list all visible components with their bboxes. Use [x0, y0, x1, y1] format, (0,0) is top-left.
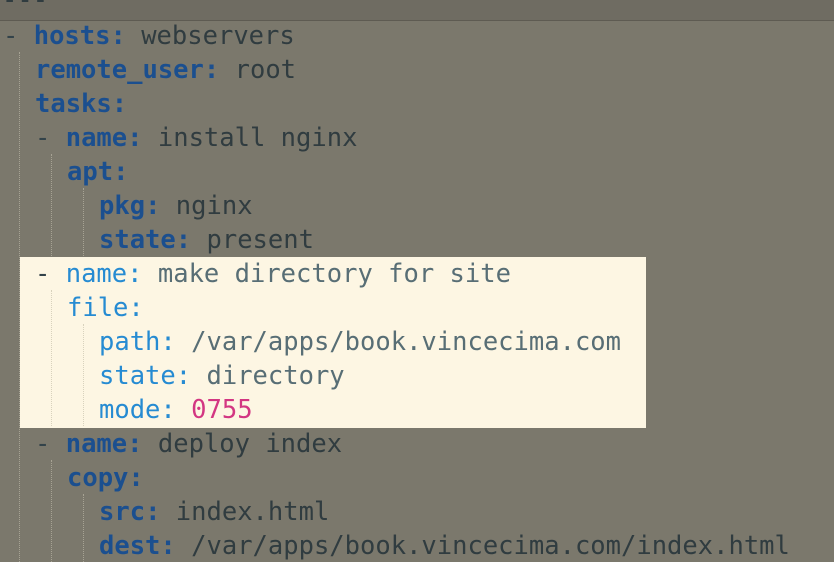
code-line-apt[interactable]: apt: — [67, 155, 128, 189]
yaml-value: make directory for site — [157, 259, 511, 289]
yaml-key: state — [99, 361, 176, 391]
indent-guide — [83, 188, 84, 256]
code-line-task-name[interactable]: - name: make directory for site — [35, 257, 511, 291]
yaml-key: apt — [67, 157, 114, 187]
list-dash: - — [35, 259, 66, 289]
key-separator: : — [160, 531, 192, 561]
code-line-copy[interactable]: copy: — [67, 461, 144, 495]
list-dash: - — [35, 429, 66, 459]
yaml-key: copy — [67, 463, 129, 493]
yaml-number-value: 0755 — [191, 395, 253, 425]
key-separator: : — [160, 395, 192, 425]
code-line-task-name[interactable]: - name: deploy index — [35, 427, 342, 461]
code-line-pkg[interactable]: pkg: nginx — [99, 189, 253, 223]
key-separator: : — [145, 191, 176, 221]
code-line-tasks[interactable]: tasks: — [35, 87, 127, 121]
editor-top-strip — [0, 0, 834, 21]
yaml-key: remote_user — [35, 55, 204, 85]
code-line-path[interactable]: path: /var/apps/book.vincecima.com — [99, 325, 621, 359]
yaml-value: deploy index — [157, 429, 343, 459]
yaml-value: nginx — [175, 191, 253, 221]
yaml-value: install nginx — [157, 123, 358, 153]
key-separator: : — [127, 123, 158, 153]
code-line-mode[interactable]: mode: 0755 — [99, 393, 253, 427]
yaml-key: file — [67, 293, 129, 323]
code-line-state[interactable]: state: directory — [99, 359, 345, 393]
code-line-state[interactable]: state: present — [99, 223, 314, 257]
yaml-value: /var/apps/book.vincecima.com/index.html — [191, 531, 790, 561]
key-separator: : — [127, 259, 158, 289]
key-separator: : — [113, 157, 129, 187]
yaml-value: webservers — [141, 21, 295, 51]
yaml-key: src — [99, 497, 146, 527]
yaml-document-start: --- — [2, 0, 49, 15]
yaml-key: dest — [99, 531, 161, 561]
yaml-key: name — [65, 259, 128, 289]
key-separator: : — [145, 497, 176, 527]
yaml-key: mode — [99, 395, 161, 425]
indent-guide — [51, 154, 52, 256]
yaml-value: index.html — [175, 497, 330, 527]
key-separator: : — [160, 327, 192, 357]
indent-guide — [51, 460, 52, 562]
yaml-key: name — [65, 123, 128, 153]
code-line-remote-user[interactable]: remote_user: root — [35, 53, 296, 87]
indent-guide — [51, 290, 52, 426]
key-separator: : — [203, 55, 235, 85]
indent-guide — [83, 494, 84, 562]
yaml-key: tasks — [35, 89, 112, 119]
yaml-key: state — [99, 225, 176, 255]
yaml-key: pkg — [99, 191, 146, 221]
yaml-key: path — [99, 327, 161, 357]
yaml-value: present — [206, 225, 314, 255]
yaml-value: root — [234, 55, 297, 85]
indent-guide — [19, 52, 20, 562]
key-separator: : — [111, 89, 128, 119]
yaml-editor[interactable]: --- - hosts: webservers remote_user: roo… — [0, 0, 834, 562]
key-separator: : — [127, 429, 158, 459]
code-line-dest[interactable]: dest: /var/apps/book.vincecima.com/index… — [99, 529, 790, 562]
list-dash: - — [3, 21, 34, 51]
indent-guide — [83, 324, 84, 426]
code-line-src[interactable]: src: index.html — [99, 495, 329, 529]
key-separator: : — [128, 293, 144, 323]
list-dash: - — [35, 123, 66, 153]
code-line-hosts[interactable]: - hosts: webservers — [3, 19, 295, 53]
code-line-file[interactable]: file: — [67, 291, 144, 325]
yaml-value: /var/apps/book.vincecima.com — [191, 327, 622, 357]
key-separator: : — [110, 21, 142, 51]
yaml-value: directory — [206, 361, 345, 391]
code-line-task-name[interactable]: - name: install nginx — [35, 121, 357, 155]
key-separator: : — [128, 463, 144, 493]
yaml-key: name — [65, 429, 128, 459]
yaml-key: hosts — [33, 21, 111, 51]
key-separator: : — [175, 225, 207, 255]
key-separator: : — [175, 361, 207, 391]
